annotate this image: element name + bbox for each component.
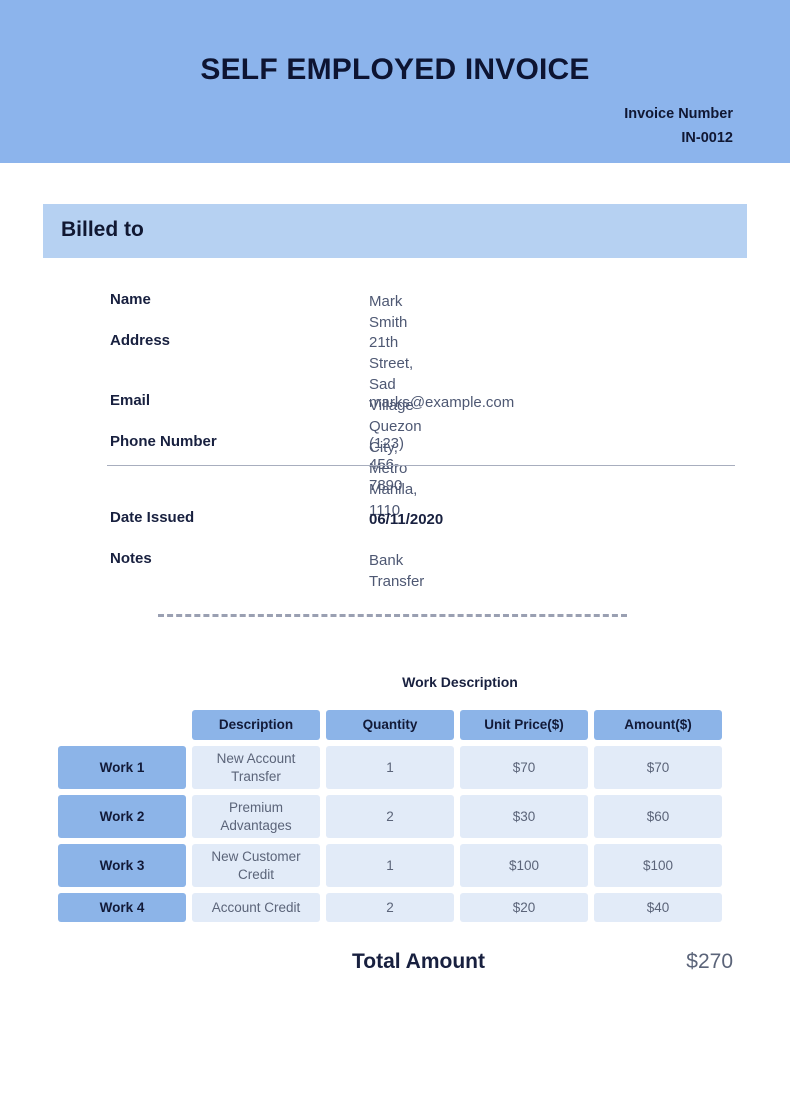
field-notes-value: Bank Transfer	[369, 552, 425, 590]
table-row: Work 4 Account Credit 2 $20 $40	[58, 893, 730, 922]
row-work-label: Work 3	[58, 844, 186, 887]
row-quantity: 2	[326, 893, 454, 922]
row-description: New Account Transfer	[192, 746, 320, 789]
row-work-label: Work 2	[58, 795, 186, 838]
row-unit-price: $20	[460, 893, 588, 922]
billed-to-band: Billed to	[43, 204, 747, 258]
table-row: Work 1 New Account Transfer 1 $70 $70	[58, 746, 730, 789]
field-email-value: marks@example.com	[369, 394, 515, 411]
row-quantity: 1	[326, 844, 454, 887]
row-description: Premium Advantages	[192, 795, 320, 838]
row-quantity: 1	[326, 746, 454, 789]
field-date-issued-value: 06/11/2020	[369, 511, 444, 528]
field-name-value: Mark Smith	[369, 293, 408, 331]
row-amount: $100	[594, 844, 722, 887]
total-amount-value: $270	[686, 950, 733, 973]
table-row: Work 3 New Customer Credit 1 $100 $100	[58, 844, 730, 887]
work-description-title: Work Description	[402, 674, 518, 690]
column-header-quantity: Quantity	[326, 710, 454, 740]
field-notes-label: Notes	[110, 550, 152, 567]
invoice-number-value: IN-0012	[681, 130, 733, 146]
invoice-number-label: Invoice Number	[624, 106, 733, 122]
dashed-divider	[158, 614, 627, 617]
row-quantity: 2	[326, 795, 454, 838]
row-unit-price: $70	[460, 746, 588, 789]
row-amount: $60	[594, 795, 722, 838]
page-title: SELF EMPLOYED INVOICE	[200, 53, 590, 86]
work-table: Description Quantity Unit Price($) Amoun…	[58, 710, 730, 928]
table-header-row: Description Quantity Unit Price($) Amoun…	[58, 710, 730, 740]
billed-to-title: Billed to	[61, 218, 144, 241]
field-email-label: Email	[110, 392, 151, 409]
row-work-label: Work 1	[58, 746, 186, 789]
table-header-spacer	[58, 710, 186, 740]
column-header-amount: Amount($)	[594, 710, 722, 740]
section-divider	[107, 465, 735, 466]
row-amount: $70	[594, 746, 722, 789]
column-header-unit-price: Unit Price($)	[460, 710, 588, 740]
table-row: Work 2 Premium Advantages 2 $30 $60	[58, 795, 730, 838]
field-name-label: Name	[110, 291, 151, 308]
header-band: SELF EMPLOYED INVOICE Invoice Number IN-…	[0, 0, 790, 163]
column-header-description: Description	[192, 710, 320, 740]
field-phone-label: Phone Number	[110, 433, 217, 450]
field-date-issued-label: Date Issued	[110, 509, 195, 526]
row-description: Account Credit	[192, 893, 320, 922]
row-amount: $40	[594, 893, 722, 922]
field-address-label: Address	[110, 332, 171, 349]
invoice-page: SELF EMPLOYED INVOICE Invoice Number IN-…	[0, 0, 790, 1118]
row-work-label: Work 4	[58, 893, 186, 922]
row-unit-price: $30	[460, 795, 588, 838]
total-amount-label: Total Amount	[352, 950, 485, 973]
row-unit-price: $100	[460, 844, 588, 887]
row-description: New Customer Credit	[192, 844, 320, 887]
